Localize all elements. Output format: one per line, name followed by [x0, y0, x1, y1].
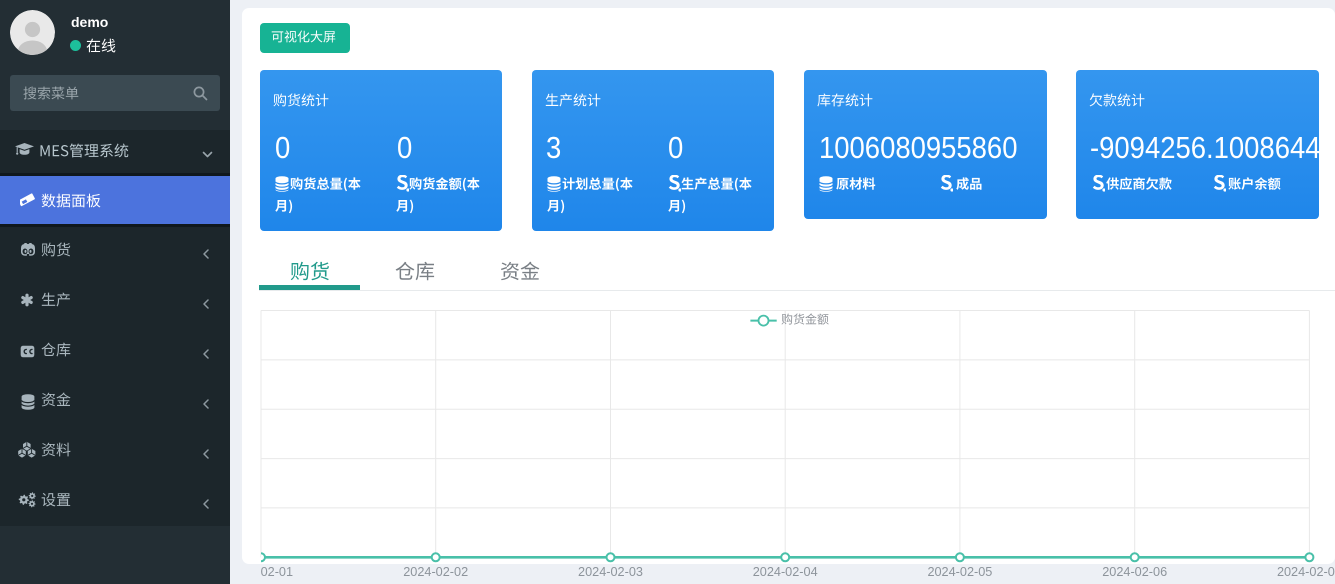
- svg-text:02-01: 02-01: [261, 565, 293, 579]
- svg-text:2024-02-07: 2024-02-07: [1277, 565, 1335, 579]
- svg-text:2024-02-04: 2024-02-04: [753, 565, 818, 579]
- svg-text:2024-02-06: 2024-02-06: [1102, 565, 1167, 579]
- svg-text:2024-02-03: 2024-02-03: [578, 565, 643, 579]
- svg-text:2024-02-02: 2024-02-02: [403, 565, 468, 579]
- svg-text:2024-02-05: 2024-02-05: [927, 565, 992, 579]
